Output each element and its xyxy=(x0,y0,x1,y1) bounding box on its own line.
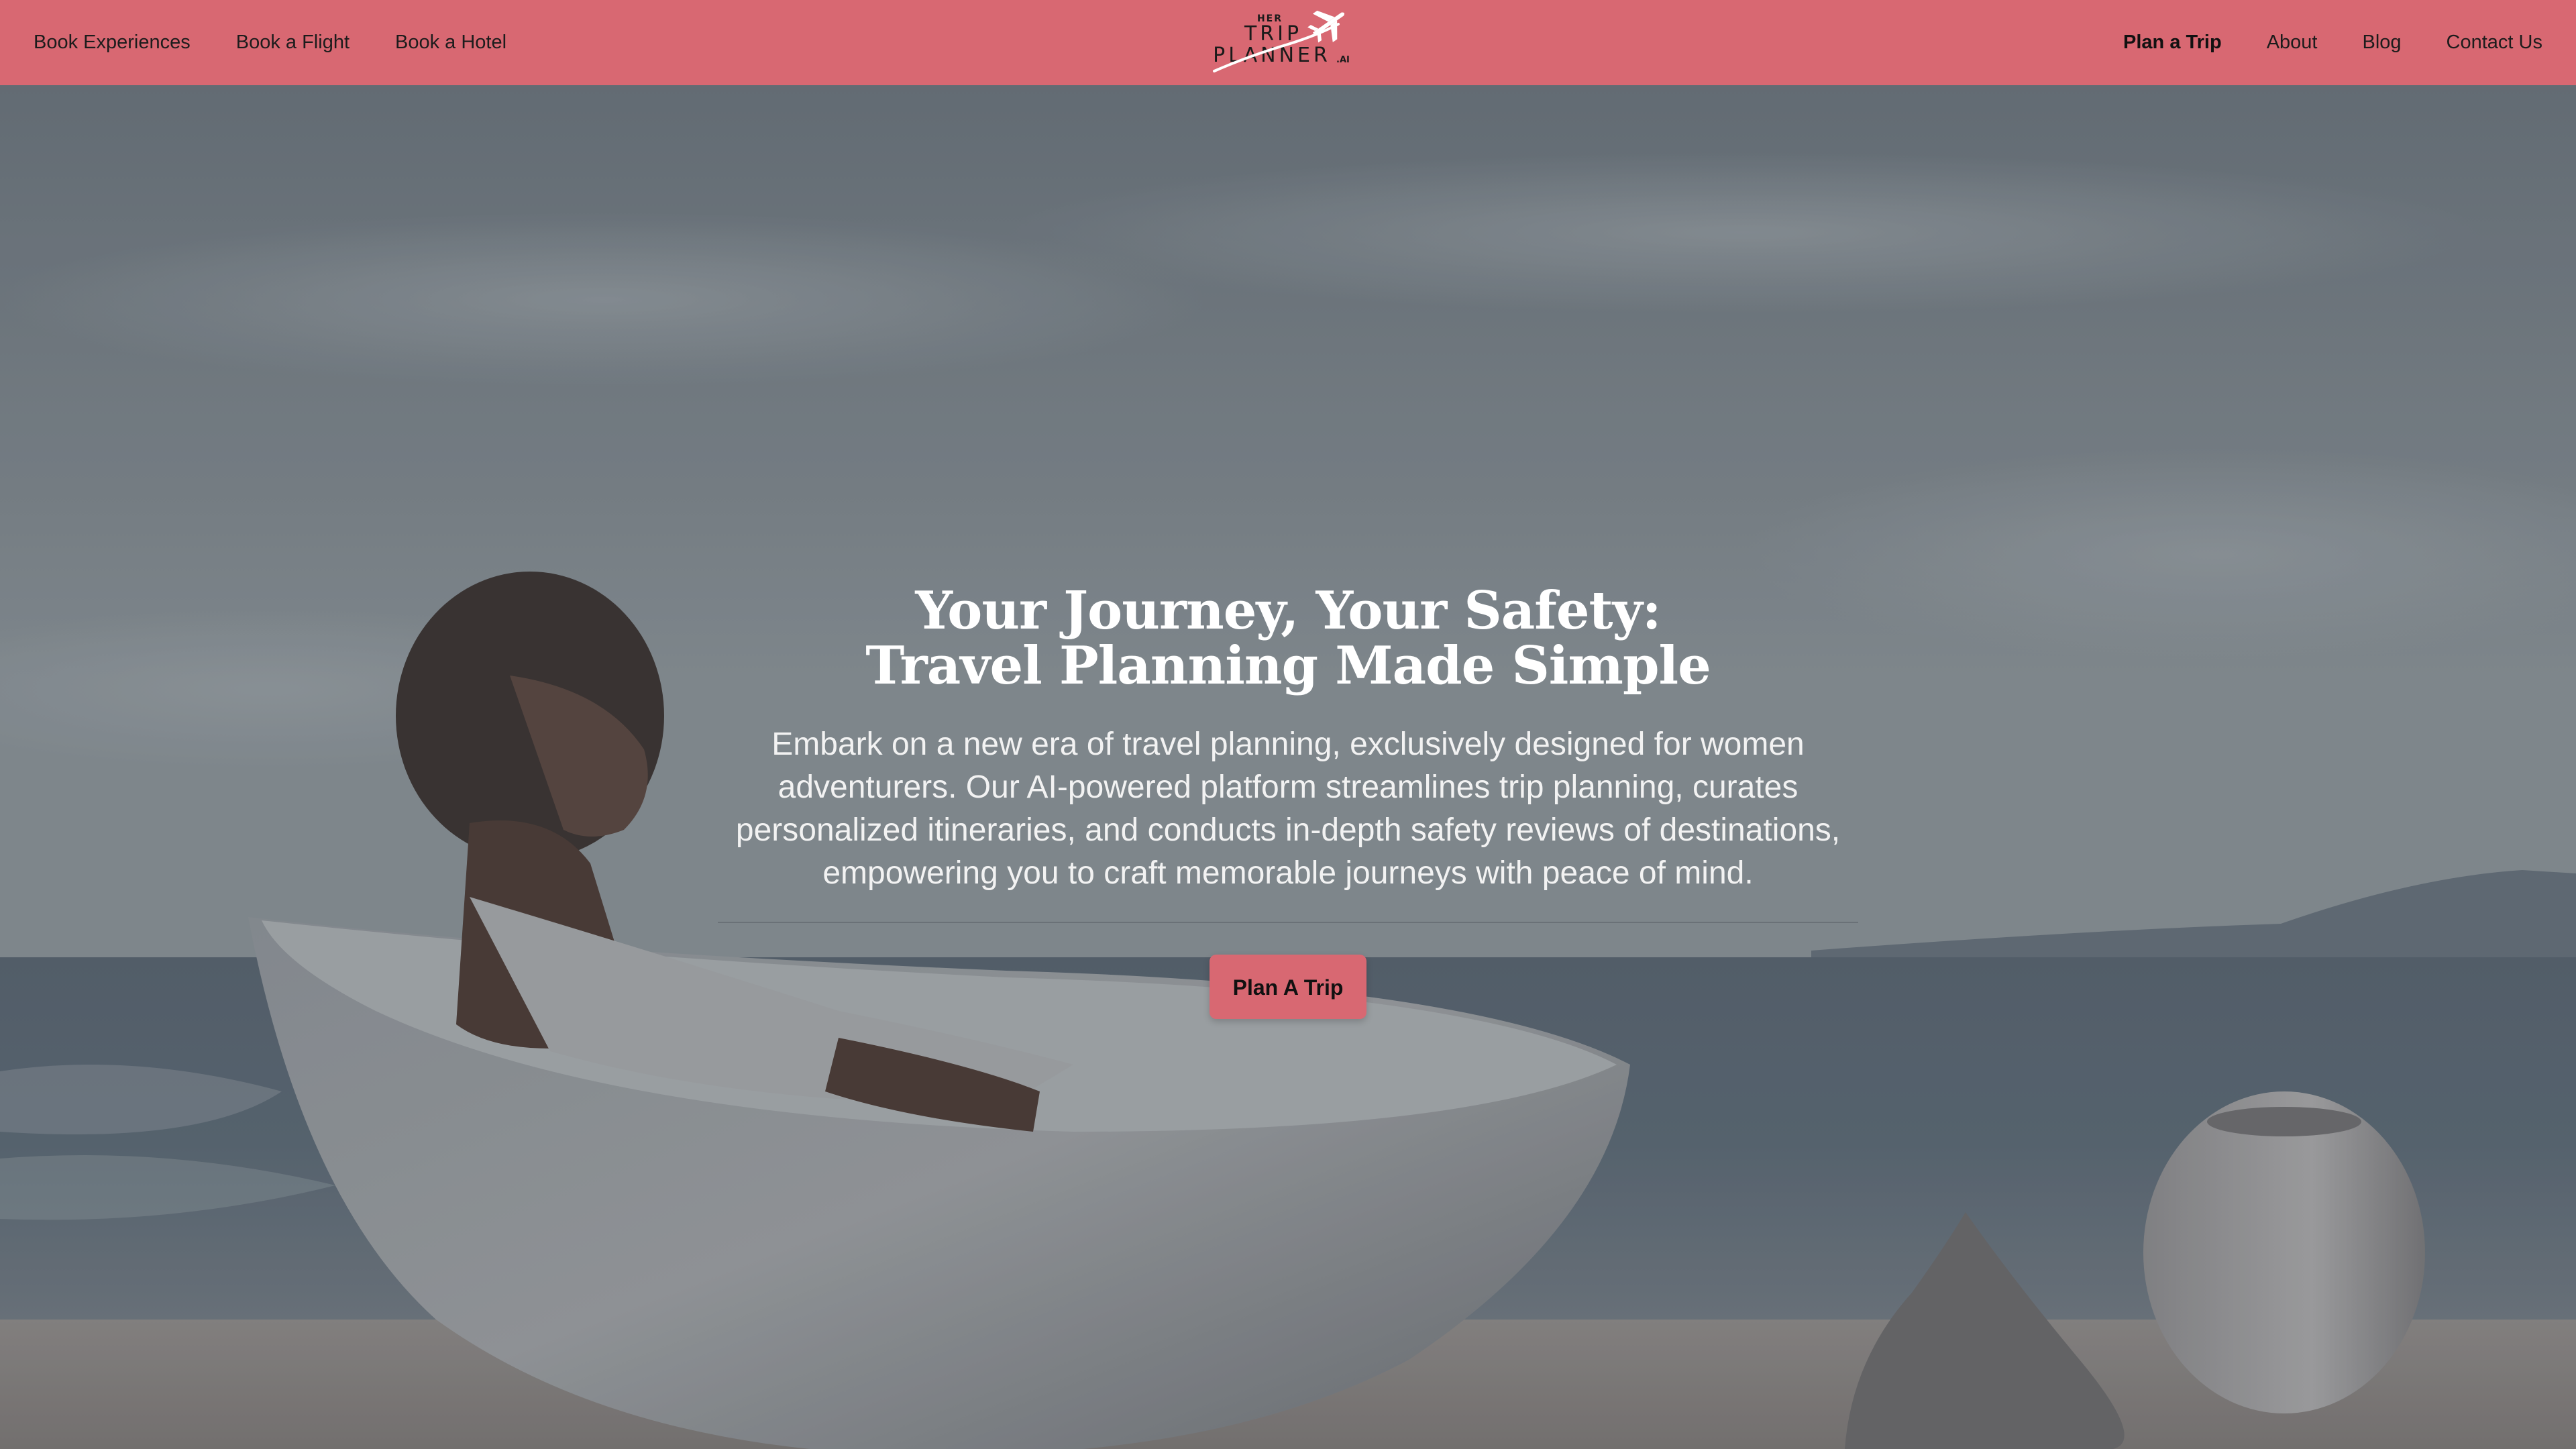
hero-title: Your Journey, Your Safety: Travel Planni… xyxy=(711,584,1865,694)
logo-suffix-ai: .AI xyxy=(1336,55,1350,65)
nav-link-book-a-flight[interactable]: Book a Flight xyxy=(236,32,350,54)
nav-link-about[interactable]: About xyxy=(2267,32,2318,54)
plan-a-trip-button[interactable]: Plan A Trip xyxy=(1210,955,1366,1019)
hero-divider xyxy=(718,922,1858,923)
top-navbar: Book Experiences Book a Flight Book a Ho… xyxy=(0,0,2576,85)
nav-link-blog[interactable]: Blog xyxy=(2363,32,2402,54)
hero-title-line-2: Travel Planning Made Simple xyxy=(865,635,1711,696)
nav-link-contact-us[interactable]: Contact Us xyxy=(2447,32,2542,54)
nav-link-plan-a-trip[interactable]: Plan a Trip xyxy=(2123,32,2222,54)
nav-link-book-experiences[interactable]: Book Experiences xyxy=(34,32,191,54)
hero-title-line-1: Your Journey, Your Safety: xyxy=(915,580,1661,641)
nav-link-book-a-hotel[interactable]: Book a Hotel xyxy=(395,32,506,54)
brand-logo[interactable]: HER TRIP PLANNER .AI xyxy=(1201,9,1375,76)
hero-subtitle: Embark on a new era of travel planning, … xyxy=(735,727,1841,891)
hero-section: Your Journey, Your Safety: Travel Planni… xyxy=(711,584,1865,1019)
nav-left-links: Book Experiences Book a Flight Book a Ho… xyxy=(34,0,506,85)
page: Book Experiences Book a Flight Book a Ho… xyxy=(0,0,2576,1449)
nav-right-links: Plan a Trip About Blog Contact Us xyxy=(2123,0,2542,85)
